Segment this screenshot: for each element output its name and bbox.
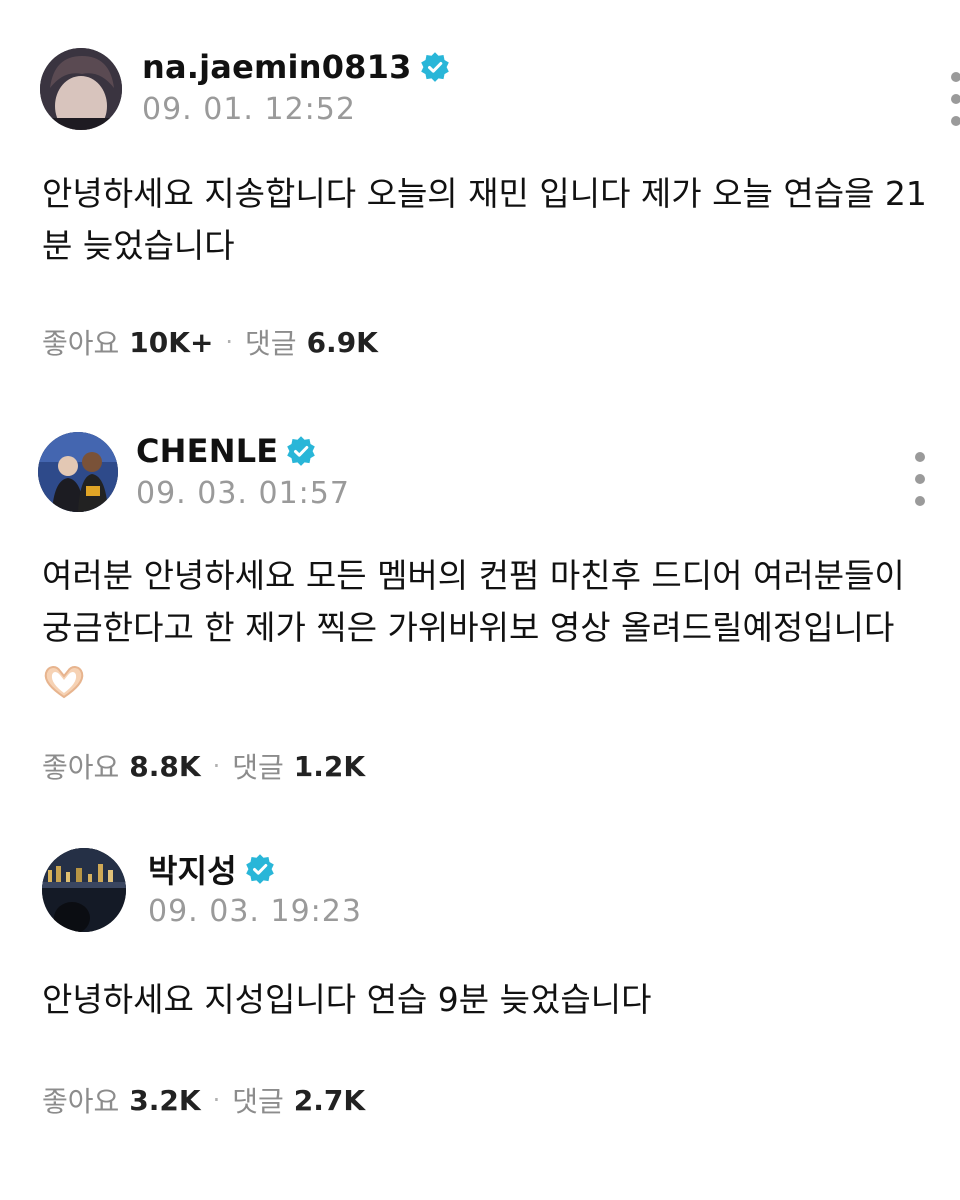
post-text-content: 안녕하세요 지성입니다 연습 9분 늦었습니다	[42, 980, 652, 1019]
post-item: 박지성 09. 03. 19:23 안녕하세요 지성입니다 연습 9분 늦었습니…	[0, 0, 960, 1200]
likes-label[interactable]: 좋아요	[42, 1080, 119, 1120]
author-row: 박지성	[148, 846, 275, 892]
post-feed: na.jaemin0813 09. 01. 12:52 안녕하세요 지송합니다 …	[0, 0, 960, 1200]
avatar[interactable]	[42, 848, 126, 932]
comments-count[interactable]: 2.7K	[294, 1084, 365, 1117]
post-timestamp: 09. 03. 19:23	[148, 894, 362, 929]
post-text: 안녕하세요 지성입니다 연습 9분 늦었습니다	[42, 974, 942, 1026]
post-stats: 좋아요 3.2K · 댓글 2.7K	[42, 1080, 365, 1120]
comments-label[interactable]: 댓글	[232, 1080, 284, 1120]
likes-count[interactable]: 3.2K	[129, 1084, 200, 1117]
username[interactable]: 박지성	[148, 846, 237, 892]
separator-dot: ·	[212, 1086, 221, 1114]
verified-badge-icon	[245, 854, 275, 884]
